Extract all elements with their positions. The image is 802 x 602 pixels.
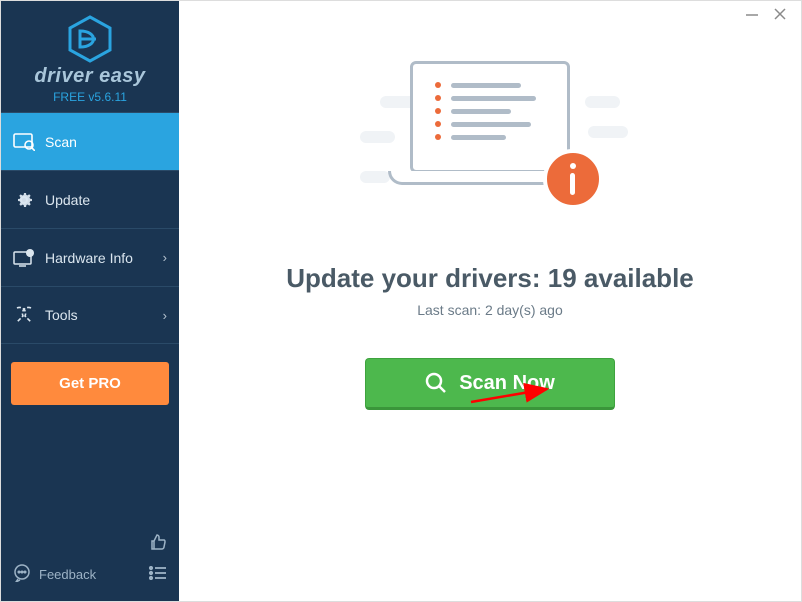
app-window: driver easy FREE v5.6.11 Scan Update i xyxy=(1,1,801,601)
scan-icon xyxy=(13,131,35,153)
scan-button-label: Scan Now xyxy=(459,372,555,395)
brand-logo-icon xyxy=(66,15,114,63)
last-scan-label: Last scan: 2 day(s) ago xyxy=(417,302,563,318)
chevron-right-icon: › xyxy=(163,308,167,323)
laptop-illustration xyxy=(360,61,620,241)
headline-suffix: available xyxy=(577,263,694,293)
brand-area: driver easy FREE v5.6.11 xyxy=(1,1,179,112)
computer-info-icon: i xyxy=(13,247,35,269)
chat-icon xyxy=(13,564,31,585)
headline: Update your drivers: 19 available xyxy=(286,263,694,294)
main-panel: Update your drivers: 19 available Last s… xyxy=(179,1,801,601)
sidebar-item-label: Update xyxy=(45,192,90,208)
get-pro-button[interactable]: Get PRO xyxy=(11,362,169,405)
sidebar-item-label: Scan xyxy=(45,134,77,150)
tools-icon xyxy=(13,304,35,326)
sidebar-footer: Feedback xyxy=(1,523,179,601)
list-icon[interactable] xyxy=(149,566,167,585)
feedback-button[interactable]: Feedback xyxy=(13,564,96,585)
sidebar: driver easy FREE v5.6.11 Scan Update i xyxy=(1,1,179,601)
sidebar-item-label: Tools xyxy=(45,307,78,323)
version-label: FREE v5.6.11 xyxy=(1,90,179,104)
magnify-icon xyxy=(425,372,447,394)
sidebar-item-scan[interactable]: Scan xyxy=(1,112,179,170)
feedback-label: Feedback xyxy=(39,567,96,582)
sidebar-item-label: Hardware Info xyxy=(45,250,133,266)
gear-icon xyxy=(13,189,35,211)
brand-name: driver easy xyxy=(1,65,179,88)
sidebar-item-tools[interactable]: Tools › xyxy=(1,286,179,344)
sidebar-item-hardware[interactable]: i Hardware Info › xyxy=(1,228,179,286)
sidebar-item-update[interactable]: Update xyxy=(1,170,179,228)
chevron-right-icon: › xyxy=(163,250,167,265)
info-icon xyxy=(543,149,603,209)
headline-prefix: Update your drivers: xyxy=(286,263,548,293)
scan-now-button[interactable]: Scan Now xyxy=(365,358,615,410)
thumbs-up-icon[interactable] xyxy=(149,533,167,556)
available-count: 19 xyxy=(548,263,577,293)
sidebar-nav: Scan Update i Hardware Info › Tools xyxy=(1,112,179,344)
